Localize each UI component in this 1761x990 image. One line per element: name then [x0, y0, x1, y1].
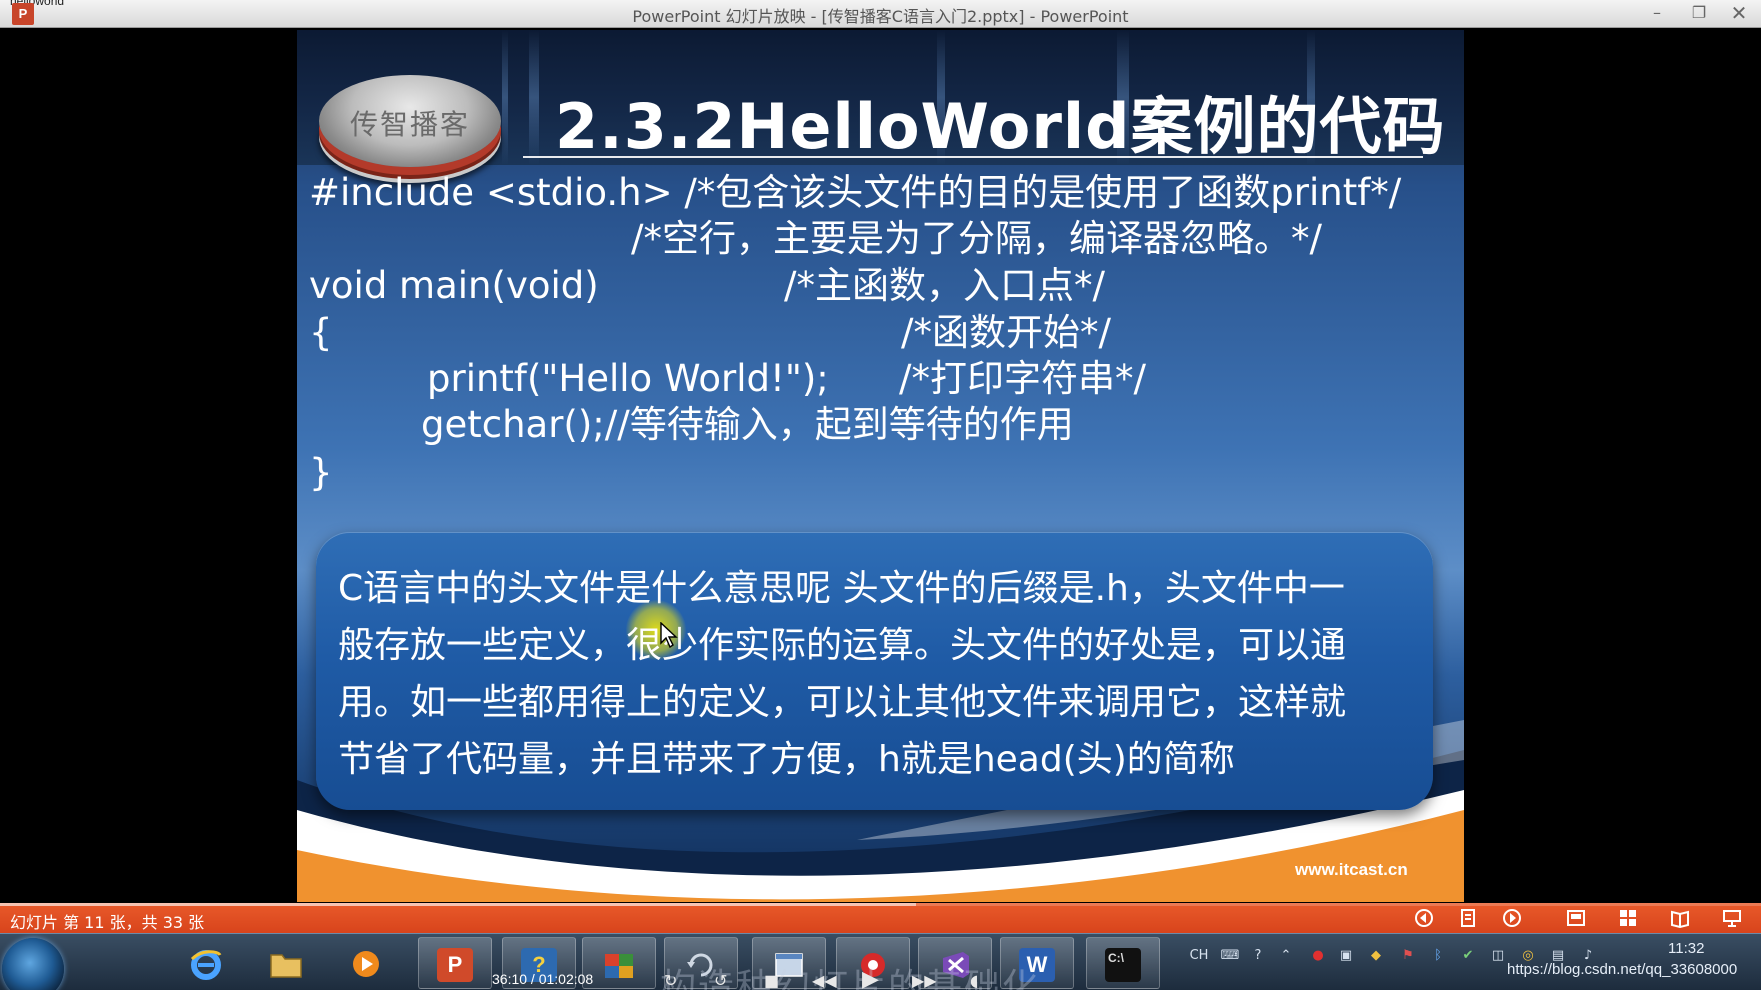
- normal-view-icon[interactable]: [1566, 908, 1586, 928]
- media-player-icon: [353, 951, 379, 977]
- slide-counter: 幻灯片 第 11 张，共 33 张: [10, 913, 205, 932]
- window-title-bar: helloworld P PowerPoint 幻灯片放映 - [传智播客C语言…: [0, 0, 1761, 28]
- code-line-getchar: getchar();//等待输入，起到等待的作用: [421, 403, 1074, 446]
- blog-watermark: https://blog.csdn.net/qq_33608000: [1507, 961, 1738, 978]
- code-comment-function-start: /*函数开始*/: [901, 311, 1111, 354]
- code-line-close-brace: }: [309, 451, 333, 494]
- code-line-printf: printf("Hello World!");: [427, 357, 829, 400]
- replay-icon[interactable]: ↺: [714, 971, 727, 990]
- volume-icon[interactable]: ◖: [970, 971, 978, 990]
- code-line-include: #include <stdio.h> /*包含该头文件的目的是使用了函数prin…: [309, 171, 1402, 214]
- tray-film-icon[interactable]: ▣: [1336, 946, 1356, 966]
- taskbar-media-player[interactable]: [330, 937, 404, 989]
- callout-bubble: C语言中的头文件是什么意思呢 头文件的后缀是.h，头文件中一 般存放一些定义，很…: [316, 532, 1433, 810]
- tray-shield-icon[interactable]: ◆: [1366, 946, 1386, 966]
- callout-text: C语言中的头文件是什么意思呢 头文件的后缀是.h，头文件中一 般存放一些定义，很…: [338, 560, 1418, 788]
- callout-line: C语言中的头文件是什么意思呢 头文件的后缀是.h，头文件中一: [338, 568, 1345, 609]
- itcast-logo: 传智播客: [319, 75, 501, 167]
- tray-flag-icon[interactable]: ⚑: [1398, 946, 1418, 966]
- callout-line: 用。如一些都用得上的定义，可以让其他文件来调用它，这样就: [338, 682, 1347, 723]
- video-player-time: 36:10 / 01:02:08: [492, 971, 594, 987]
- taskbar-clock[interactable]: 11:32: [1668, 940, 1704, 957]
- taskbar-internet-explorer[interactable]: [170, 937, 244, 989]
- title-underline: [523, 156, 1423, 158]
- callout-line: 节省了代码量，并且带来了方便，h就是head(头)的简称: [338, 739, 1235, 780]
- start-button[interactable]: [2, 938, 64, 990]
- header-light-streak: [502, 30, 508, 165]
- internet-explorer-icon: [190, 950, 222, 980]
- fast-forward-icon[interactable]: ▶▶: [912, 971, 937, 990]
- tray-expand-icon[interactable]: ⌃: [1276, 946, 1296, 966]
- bluetooth-icon[interactable]: ᛒ: [1428, 946, 1448, 966]
- minimize-button[interactable]: –: [1644, 2, 1670, 24]
- play-icon[interactable]: ▶: [862, 967, 879, 990]
- header-light-streak: [529, 30, 539, 165]
- code-line-open-brace: {: [309, 311, 333, 354]
- office-app-icon: [605, 954, 633, 978]
- slide-progress-fill: [0, 903, 916, 906]
- stop-icon[interactable]: ■: [764, 971, 779, 990]
- slideshow-status-bar: 幻灯片 第 11 张，共 33 张: [0, 903, 1761, 933]
- code-line-main: void main(void): [309, 264, 599, 307]
- keyboard-icon[interactable]: ⌨: [1220, 946, 1240, 966]
- restore-button[interactable]: ❐: [1686, 2, 1712, 24]
- tray-record-icon[interactable]: ●: [1308, 946, 1328, 966]
- windows-taskbar: P ? W C:\ 构造种幻灯片的基础化 36:10 / 01:02:08 ↻ …: [0, 933, 1761, 990]
- next-slide-icon[interactable]: [1502, 908, 1522, 928]
- folder-icon: [270, 954, 302, 978]
- window-title: PowerPoint 幻灯片放映 - [传智播客C语言入门2.pptx] - P…: [632, 7, 1129, 26]
- loop-icon[interactable]: ↻: [664, 971, 677, 990]
- video-player-controls: ↻ ↺ ■ ◀◀ ▶ ▶▶ ◖: [664, 967, 1004, 990]
- website-url: www.itcast.cn: [1295, 860, 1408, 879]
- rewind-icon[interactable]: ◀◀: [812, 971, 837, 990]
- taskbar-command-prompt[interactable]: C:\: [1086, 937, 1160, 989]
- command-prompt-icon: C:\: [1105, 948, 1141, 982]
- tray-security-icon[interactable]: ✔: [1458, 946, 1478, 966]
- mouse-cursor-icon: [660, 622, 678, 648]
- code-comment-main: /*主函数，入口点*/: [784, 264, 1105, 307]
- code-comment-print: /*打印字符串*/: [899, 357, 1146, 400]
- slide-progress-track: [0, 903, 1761, 906]
- slide-title: 2.3.2HelloWorld案例的代码: [555, 90, 1446, 163]
- logo-text: 传智播客: [349, 108, 470, 141]
- slide-sorter-icon[interactable]: [1618, 908, 1638, 928]
- powerpoint-icon: P: [437, 948, 473, 982]
- reading-view-icon[interactable]: [1670, 908, 1690, 928]
- notes-page-icon[interactable]: [1458, 908, 1478, 928]
- close-button[interactable]: ✕: [1726, 2, 1752, 24]
- taskbar-file-explorer[interactable]: [250, 937, 324, 989]
- taskbar-powerpoint[interactable]: P: [418, 937, 492, 989]
- tray-app-icon[interactable]: ◫: [1488, 946, 1508, 966]
- slideshow-view-icon[interactable]: [1722, 908, 1742, 928]
- slide-canvas[interactable]: 传智播客 2.3.2HelloWorld案例的代码 #include <stdi…: [297, 30, 1464, 902]
- previous-slide-icon[interactable]: [1414, 908, 1434, 928]
- input-language-indicator[interactable]: CH: [1184, 946, 1214, 966]
- callout-line: 般存放一些定义，很少作实际的运算。头文件的好处是，可以通: [338, 625, 1347, 666]
- code-comment-blank-line: /*空行，主要是为了分隔，编译器忽略。*/: [631, 217, 1322, 260]
- tray-help-icon[interactable]: ?: [1248, 946, 1268, 966]
